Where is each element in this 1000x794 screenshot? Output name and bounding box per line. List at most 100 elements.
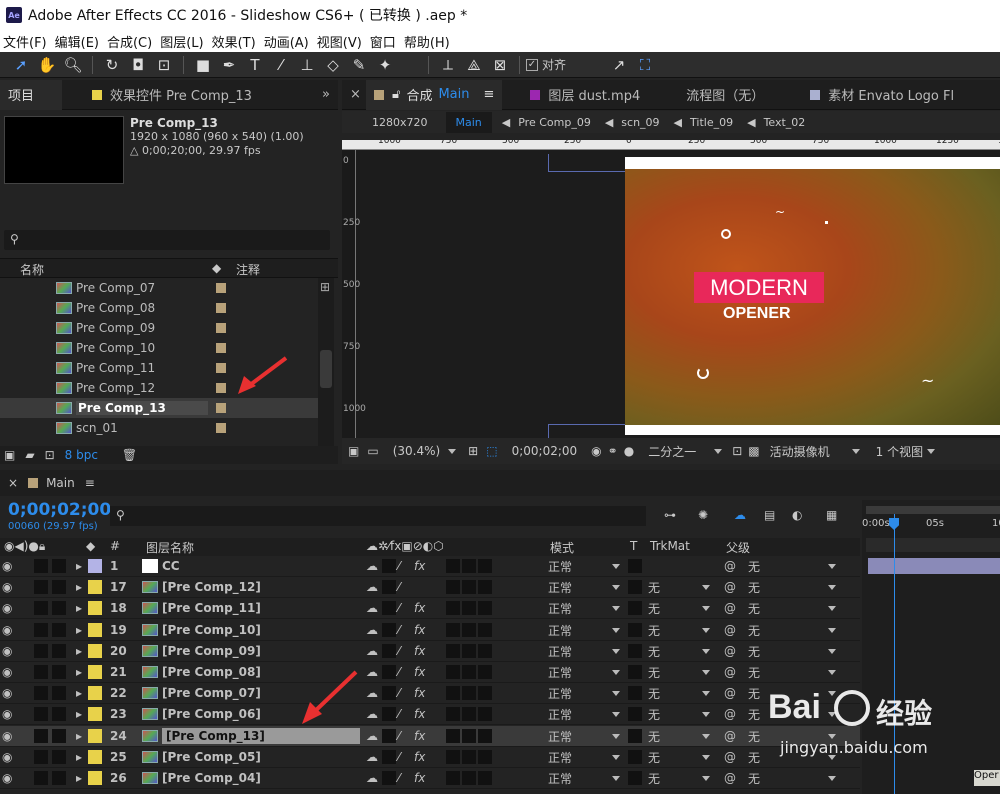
close-icon[interactable]: × (342, 80, 366, 110)
project-item[interactable]: Pre Comp_13 (0, 398, 320, 418)
quality-switch-icon[interactable]: ⁄ (398, 770, 400, 786)
fx-switch[interactable]: fx (414, 749, 425, 765)
shy-switch-icon[interactable]: ☁ (366, 579, 378, 595)
solo-toggle[interactable] (34, 728, 48, 743)
motion-blur-switch[interactable] (462, 665, 476, 679)
3d-layer-switch[interactable] (478, 643, 492, 658)
menu-effect[interactable]: 效果(T) (209, 32, 261, 51)
layer-row[interactable]: ◉ ▸ 24 [Pre Comp_13] ☁ ⁄ fx 正常无 @ 无 (0, 725, 860, 747)
layer-name[interactable]: [Pre Comp_13] (162, 727, 360, 744)
collapse-switch[interactable] (382, 707, 396, 722)
mode-dropdown[interactable]: 正常 (548, 620, 620, 641)
layer-bar-cc[interactable] (868, 558, 1000, 574)
trkmat-dropdown[interactable]: 无 (648, 620, 710, 641)
parent-dropdown[interactable]: 无 (748, 620, 836, 641)
parent-dropdown[interactable]: 无 (748, 577, 836, 598)
bit-depth-button[interactable]: 8 bpc (65, 448, 98, 462)
3d-layer-switch[interactable] (478, 622, 492, 637)
tab-footage[interactable]: 素材 Envato Logo Fl (802, 80, 962, 110)
solo-toggle[interactable] (34, 622, 48, 637)
solo-toggle[interactable] (34, 665, 48, 679)
label-swatch[interactable] (88, 771, 102, 785)
project-item[interactable]: Pre Comp_08 (0, 298, 320, 318)
flowchart-icon[interactable]: ⊞ (320, 280, 330, 294)
camera-select[interactable]: 活动摄像机 (770, 443, 830, 460)
collapse-switch[interactable] (382, 749, 396, 764)
collapse-switch[interactable] (382, 686, 396, 701)
mode-dropdown[interactable]: 正常 (548, 662, 620, 683)
lock-toggle[interactable] (52, 580, 66, 595)
label-swatch[interactable] (88, 580, 102, 595)
frame-blending-icon[interactable]: ▤ (764, 508, 775, 522)
pan-behind-tool-icon[interactable]: ⊡ (151, 54, 177, 76)
pick-whip-icon[interactable]: @ (724, 558, 736, 574)
motion-blur-switch[interactable] (462, 686, 476, 701)
layer-row[interactable]: ◉ ▸ 17 [Pre Comp_12] ☁ ⁄ 正常 无 @ 无 (0, 577, 860, 599)
col-number[interactable]: # (110, 539, 120, 553)
timeline-timecode[interactable]: 0;00;02;00 (8, 500, 111, 520)
motion-blur-switch[interactable] (462, 643, 476, 658)
rotate-tool-icon[interactable]: ↻ (99, 54, 125, 76)
frame-blend-switch[interactable] (446, 622, 460, 637)
pick-whip-icon[interactable]: @ (724, 622, 736, 638)
draft-3d-icon[interactable]: ✺ (698, 508, 708, 522)
fx-switch[interactable]: fx (414, 728, 425, 744)
layer-row[interactable]: ◉ ▸ 19 [Pre Comp_10] ☁ ⁄ fx 正常 无 @ 无 (0, 620, 860, 641)
project-search-input[interactable]: ⚲ (4, 230, 330, 250)
quality-switch-icon[interactable]: ⁄ (398, 728, 400, 744)
collapse-switch[interactable] (382, 601, 396, 616)
collapse-switch[interactable] (382, 771, 396, 785)
selection-tool-icon[interactable]: ➚ (8, 54, 34, 76)
preserve-transparency-toggle[interactable] (628, 686, 642, 701)
3d-layer-switch[interactable] (478, 707, 492, 722)
layer-name[interactable]: [Pre Comp_05] (162, 749, 360, 765)
trkmat-dropdown[interactable]: 无 (648, 662, 710, 683)
comp-canvas[interactable]: ~ ~ MODERN OPENER (625, 157, 1000, 435)
frame-blend-switch[interactable] (446, 749, 460, 764)
shy-switch-icon[interactable]: ☁ (366, 600, 378, 616)
quality-switch-icon[interactable]: ⁄ (398, 706, 400, 722)
frame-blend-switch[interactable] (446, 580, 460, 595)
shy-switch-icon[interactable]: ☁ (366, 558, 378, 574)
frame-blend-switch[interactable] (446, 643, 460, 658)
solo-toggle[interactable] (34, 749, 48, 764)
lock-icon[interactable]: 🔓︎ (392, 87, 400, 102)
quality-switch-icon[interactable]: ⁄ (398, 749, 400, 765)
expand-icon[interactable]: ▸ (76, 664, 82, 680)
puppet-pin-tool-icon[interactable]: ✦ (372, 54, 398, 76)
menu-layer[interactable]: 图层(L) (157, 32, 208, 51)
eye-icon[interactable]: ◉ (2, 643, 12, 659)
breadcrumb-precomp09[interactable]: Pre Comp_09 (518, 116, 591, 129)
trkmat-dropdown[interactable]: 无 (648, 683, 710, 704)
col-name[interactable]: 名称 (20, 261, 44, 278)
world-axis-icon[interactable]: ⟁ (461, 54, 487, 76)
preserve-transparency-toggle[interactable] (628, 707, 642, 722)
close-icon[interactable]: × (8, 476, 18, 490)
motion-blur-switch[interactable] (462, 728, 476, 743)
resolution-select[interactable]: 二分之一 (648, 443, 696, 460)
fx-switch[interactable]: fx (414, 706, 425, 722)
trkmat-dropdown[interactable]: 无 (648, 747, 710, 768)
lock-toggle[interactable] (52, 643, 66, 658)
preserve-transparency-toggle[interactable] (628, 559, 642, 573)
layer-name[interactable]: [Pre Comp_09] (162, 643, 360, 659)
shy-layers-icon[interactable]: ☁ (734, 508, 746, 522)
brush-tool-icon[interactable]: ⁄ (268, 54, 294, 76)
mode-dropdown[interactable]: 正常 (548, 556, 620, 577)
shy-switch-icon[interactable]: ☁ (366, 622, 378, 638)
mode-dropdown[interactable]: 正常 (548, 726, 620, 747)
trkmat-dropdown[interactable]: 无 (648, 768, 710, 789)
shy-switch-icon[interactable]: ☁ (366, 770, 378, 786)
layer-row[interactable]: ◉ ▸ 23 [Pre Comp_06] ☁ ⁄ fx 正常无 @ 无 (0, 704, 860, 726)
layer-row[interactable]: ◉ ▸ 20 [Pre Comp_09] ☁ ⁄ fx 正常 无 @ 无 (0, 641, 860, 662)
preserve-transparency-toggle[interactable] (628, 728, 642, 743)
pick-whip-icon[interactable]: @ (724, 770, 736, 786)
solo-toggle[interactable] (34, 686, 48, 701)
lock-toggle[interactable] (52, 622, 66, 637)
project-scrollbar[interactable] (318, 278, 334, 446)
tab-flowchart[interactable]: 流程图（无） (678, 80, 772, 110)
view-axis-icon[interactable]: ⊠ (487, 54, 513, 76)
motion-blur-switch[interactable] (462, 601, 476, 616)
solo-toggle[interactable] (34, 559, 48, 573)
solo-toggle[interactable] (34, 580, 48, 595)
